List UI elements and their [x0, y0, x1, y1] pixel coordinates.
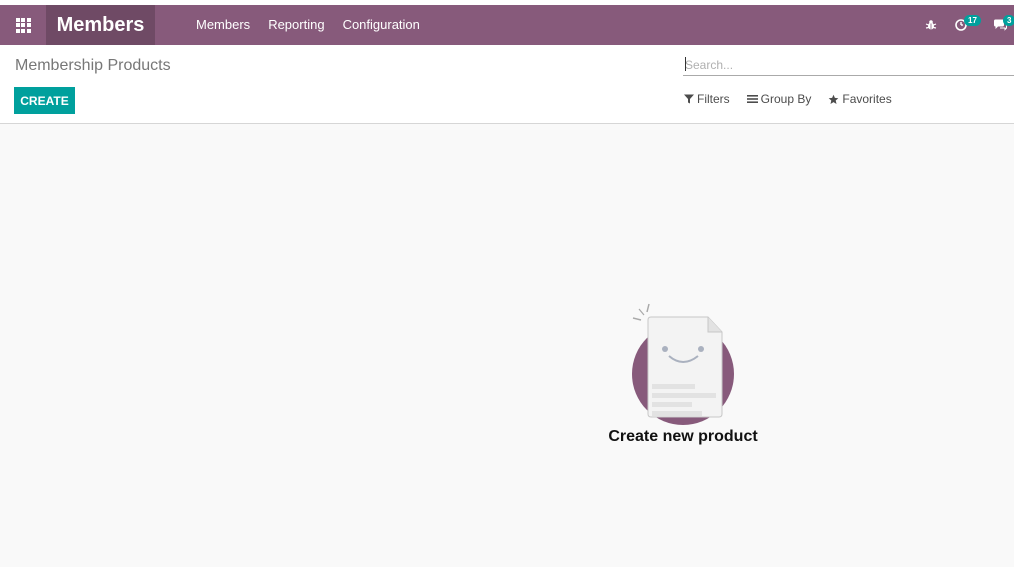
text-cursor — [685, 57, 686, 71]
menu-item-members[interactable]: Members — [187, 5, 259, 45]
smiling-document-icon — [632, 303, 734, 425]
main-navbar: Members Members Reporting Configuration — [0, 5, 1014, 45]
create-button[interactable]: CREATE — [14, 87, 75, 114]
filters-label: Filters — [697, 92, 730, 106]
helper-title: Create new product — [608, 428, 758, 445]
bars-icon — [746, 95, 758, 103]
search-options: Filters Group By Favorites — [684, 92, 892, 106]
menu-item-reporting[interactable]: Reporting — [259, 5, 333, 45]
app-title[interactable]: Members — [46, 5, 155, 45]
main-content: Create new product — [0, 124, 1014, 567]
messages-count-badge: 3 — [1003, 15, 1014, 26]
search-input[interactable] — [683, 57, 1014, 72]
main-menu: Members Reporting Configuration — [187, 5, 429, 45]
app-menu-button[interactable] — [0, 5, 46, 45]
messages-button[interactable]: 3 — [988, 5, 1014, 45]
menu-item-configuration[interactable]: Configuration — [334, 5, 429, 45]
filters-button[interactable]: Filters — [684, 92, 730, 106]
control-panel: Membership Products CREATE Filters Group… — [0, 45, 1014, 124]
group-by-label: Group By — [760, 92, 812, 106]
star-icon — [829, 94, 839, 104]
debug-button[interactable] — [916, 5, 946, 45]
filter-icon — [684, 94, 694, 104]
grid-icon — [15, 17, 31, 33]
activities-count-badge: 17 — [964, 15, 981, 26]
systray: 17 3 — [916, 5, 1014, 45]
favorites-label: Favorites — [842, 92, 892, 106]
bug-icon — [925, 20, 937, 30]
breadcrumb: Membership Products — [15, 57, 171, 74]
activities-button[interactable]: 17 — [946, 5, 988, 45]
group-by-button[interactable]: Group By — [746, 92, 812, 106]
favorites-button[interactable]: Favorites — [828, 92, 892, 106]
search-bar — [683, 54, 1014, 76]
